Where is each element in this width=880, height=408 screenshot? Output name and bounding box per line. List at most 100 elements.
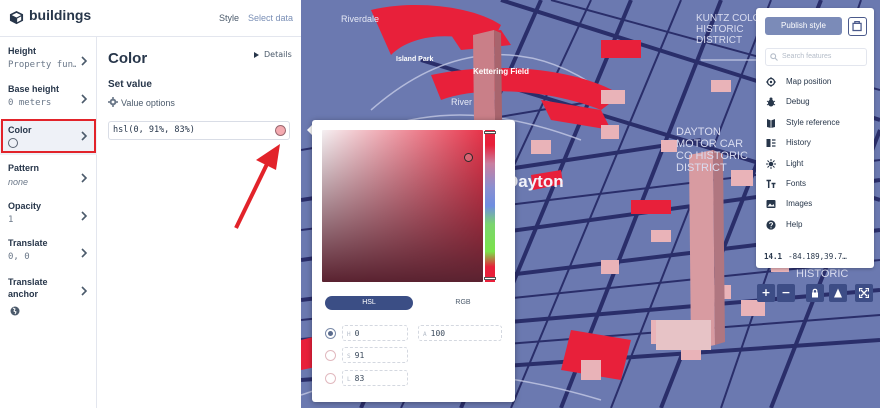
sun-icon xyxy=(766,159,776,169)
alpha-value: 100 xyxy=(430,329,446,338)
annotation-arrow xyxy=(234,144,280,229)
radio-s[interactable] xyxy=(325,350,336,361)
saturation-field[interactable]: S 91 xyxy=(342,347,408,363)
hue-value: 0 xyxy=(354,329,360,338)
field-label: A xyxy=(423,331,427,338)
property-opacity[interactable]: Opacity 1 xyxy=(0,201,97,237)
color-swatch-mini xyxy=(8,138,18,148)
chevron-right-icon xyxy=(81,211,88,221)
value-options-label: Value options xyxy=(121,98,175,108)
zoom-out-button[interactable]: − xyxy=(777,284,795,302)
property-color[interactable]: Color xyxy=(0,121,97,155)
fullscreen-icon xyxy=(858,287,870,299)
image-icon xyxy=(766,200,776,208)
caret-right-icon xyxy=(254,52,259,58)
menu-label: Map position xyxy=(786,77,832,86)
layer-title: buildings xyxy=(29,7,92,23)
menu-light[interactable]: Light xyxy=(766,158,870,172)
menu-label: Help xyxy=(786,220,803,229)
target-icon xyxy=(766,77,776,87)
map-coordinates: 14.1 -84.189,39.7… xyxy=(764,252,847,261)
menu-history[interactable]: History xyxy=(766,137,870,151)
menu-label: Debug xyxy=(786,97,810,106)
color-mode-toggle: HSL RGB xyxy=(325,296,501,310)
property-value: 1 xyxy=(8,215,14,225)
tab-style[interactable]: Style xyxy=(219,13,239,23)
mode-rgb-button[interactable]: RGB xyxy=(425,296,501,310)
menu-label: Light xyxy=(786,159,804,168)
color-picker-popup: HSL RGB H0 A 100 S 91 L 83 xyxy=(312,120,515,402)
value-options-button[interactable]: Value options xyxy=(108,97,175,108)
property-pattern[interactable]: Pattern none xyxy=(0,163,97,199)
map-tools-panel: Publish style Search features Map positi… xyxy=(756,8,874,268)
color-swatch-button[interactable] xyxy=(275,125,286,136)
field-label: L xyxy=(347,376,351,383)
zoom-level: 14.1 xyxy=(764,252,783,261)
property-translate[interactable]: Translate 0, 0 xyxy=(0,238,97,274)
details-link[interactable]: Details xyxy=(264,50,292,59)
menu-label: Style reference xyxy=(786,118,840,127)
property-height[interactable]: Height Property fun… xyxy=(0,46,97,82)
zoom-in-button[interactable]: + xyxy=(757,284,775,302)
compass-button[interactable] xyxy=(829,284,847,302)
menu-fonts[interactable]: Fonts xyxy=(766,178,870,192)
alpha-handle[interactable] xyxy=(484,277,496,280)
property-value: 0 meters xyxy=(8,98,52,108)
lightness-field[interactable]: L 83 xyxy=(342,370,408,386)
property-value: none xyxy=(8,177,29,187)
search-icon xyxy=(770,53,778,61)
lock-icon xyxy=(812,288,818,298)
property-label: Base height xyxy=(8,84,60,94)
menu-images[interactable]: Images xyxy=(766,198,870,212)
hue-slider[interactable] xyxy=(485,130,495,282)
color-value-input[interactable]: hsl(0, 91%, 83%) xyxy=(108,121,290,140)
chevron-right-icon xyxy=(81,94,88,104)
property-label: Height xyxy=(8,46,36,56)
field-label: H xyxy=(347,331,351,338)
menu-label: Images xyxy=(786,199,813,208)
globe-icon xyxy=(10,306,20,316)
set-value-heading: Set value xyxy=(108,79,152,90)
menu-debug[interactable]: Debug xyxy=(766,96,870,110)
sidebar-header: buildings Style Select data xyxy=(0,0,301,37)
property-base-height[interactable]: Base height 0 meters xyxy=(0,84,97,120)
saturation-handle[interactable] xyxy=(464,153,473,162)
cube-icon xyxy=(9,10,24,25)
radio-l[interactable] xyxy=(325,373,336,384)
saturation-value: 91 xyxy=(354,351,365,360)
lightness-value: 83 xyxy=(354,374,365,383)
property-value: 0, 0 xyxy=(8,252,30,262)
fullscreen-button[interactable] xyxy=(855,284,873,302)
property-label: Translate anchor xyxy=(8,277,48,299)
share-button[interactable] xyxy=(848,17,867,36)
saturation-lightness-area[interactable] xyxy=(322,130,483,282)
mode-hsl-button[interactable]: HSL xyxy=(325,296,413,310)
publish-style-button[interactable]: Publish style xyxy=(765,17,842,35)
hue-field[interactable]: H0 xyxy=(342,325,408,341)
property-label: Translate xyxy=(8,238,48,248)
field-label: S xyxy=(347,353,351,360)
bug-icon xyxy=(766,97,776,107)
alpha-field[interactable]: A 100 xyxy=(418,325,502,341)
menu-label: Fonts xyxy=(786,179,807,188)
hue-handle[interactable] xyxy=(484,131,496,134)
menu-map-position[interactable]: Map position xyxy=(766,76,870,90)
search-input[interactable]: Search features xyxy=(765,48,867,66)
detail-title: Color xyxy=(108,50,148,67)
property-list: Height Property fun… Base height 0 meter… xyxy=(0,37,97,408)
coordinates-value: -84.189,39.7… xyxy=(788,252,847,261)
bag-icon xyxy=(852,20,862,32)
gear-icon xyxy=(108,97,118,107)
menu-label: History xyxy=(786,138,811,147)
property-label: Pattern xyxy=(8,163,40,173)
chevron-right-icon xyxy=(81,131,88,141)
menu-style-reference[interactable]: Style reference xyxy=(766,117,870,131)
menu-help[interactable]: Help xyxy=(766,219,870,233)
tab-select-data[interactable]: Select data xyxy=(248,13,293,23)
fonts-icon xyxy=(766,179,776,188)
radio-h[interactable] xyxy=(325,328,336,339)
lock-button[interactable] xyxy=(806,284,824,302)
chevron-right-icon xyxy=(81,173,88,183)
chevron-right-icon xyxy=(81,286,88,296)
chevron-right-icon xyxy=(81,248,88,258)
